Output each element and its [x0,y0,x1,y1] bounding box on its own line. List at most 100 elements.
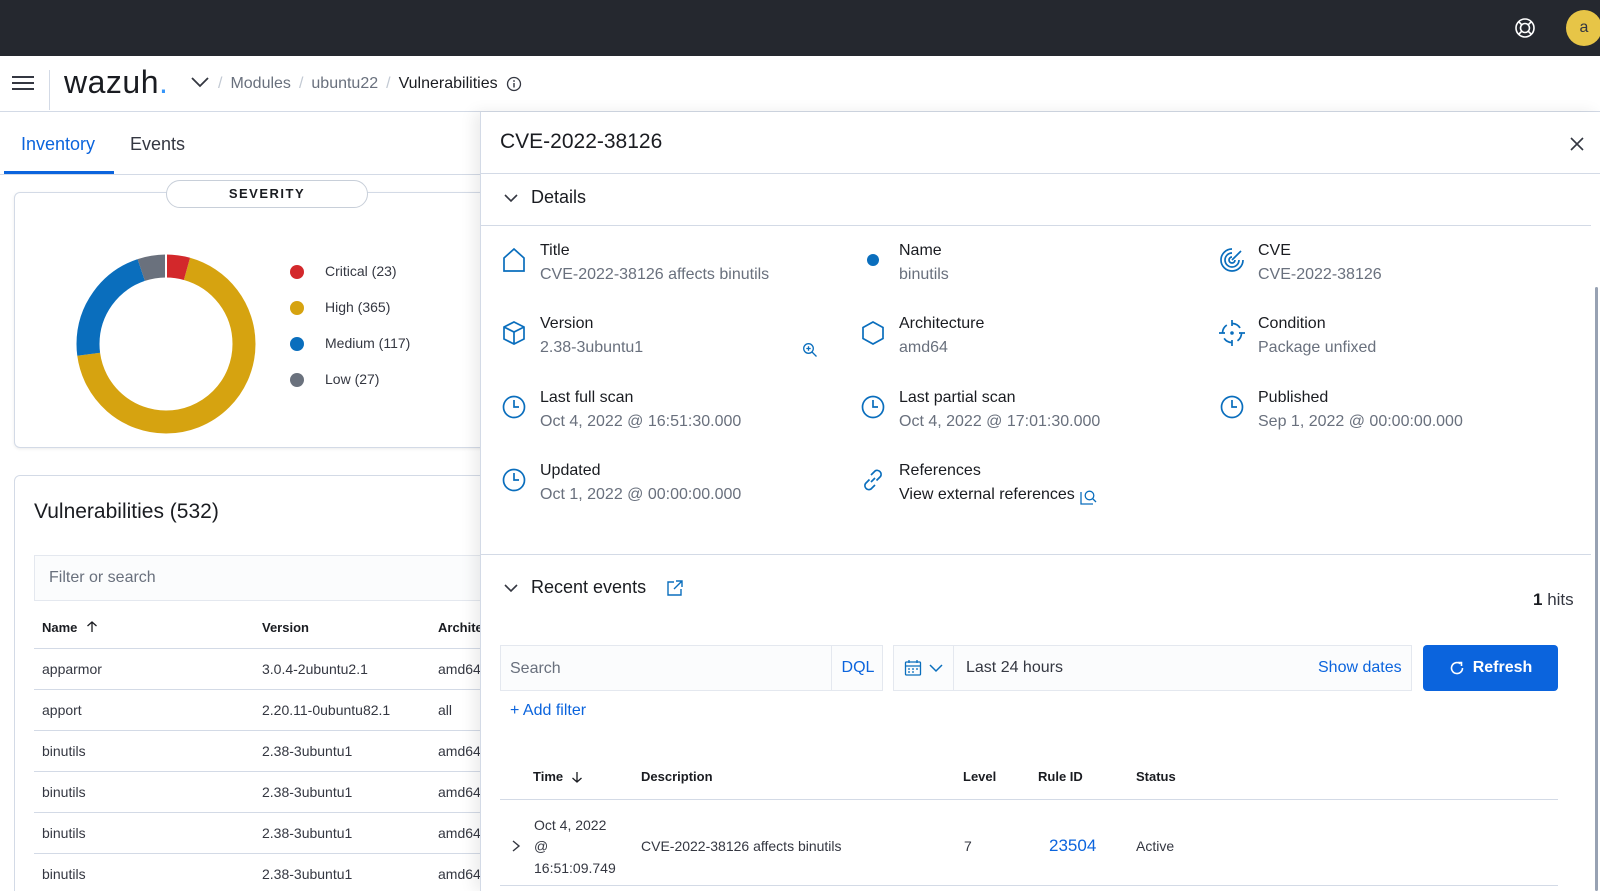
arrow-up-icon [87,621,97,632]
info-icon[interactable] [506,76,522,92]
flyout-scrollbar[interactable] [1595,287,1598,891]
view-external-references-link[interactable]: View external references [899,486,1075,504]
table-row[interactable]: binutils 2.38-3ubuntu1 amd64 [34,730,494,771]
table-row[interactable]: apparmor 3.0.4-2ubuntu2.1 amd64 [34,648,494,689]
event-time-at: @ [534,838,549,854]
avatar[interactable]: a [1566,10,1600,46]
refresh-label: Refresh [1472,659,1533,676]
tab-events[interactable]: Events [130,134,185,155]
details-heading: Details [531,187,587,207]
table-row[interactable]: apport 2.20.11-0ubuntu82.1 all [34,689,494,730]
cell-arch: amd64 [438,866,481,882]
external-link-icon[interactable] [666,579,684,597]
detail-label: Name [899,242,942,259]
clock-icon [1220,395,1244,419]
external-search-icon[interactable] [1080,488,1097,505]
cell-name: binutils [42,866,86,882]
legend-dot [290,373,304,387]
detail-value: Oct 4, 2022 @ 16:51:30.000 [540,413,742,430]
event-rule-id-link[interactable]: 23504 [1049,836,1096,856]
breadcrumb-agent[interactable]: ubuntu22 [311,75,378,93]
help-lifebuoy-icon[interactable] [1513,16,1537,40]
events-search-input[interactable]: Search DQL [500,645,883,691]
breadcrumb-modules[interactable]: Modules [230,75,290,93]
legend-label: High (365) [325,299,391,315]
top-nav-bar: a [0,0,1600,56]
event-time-date: Oct 4, 2022 [534,817,607,833]
crosshair-icon [1219,320,1245,346]
detail-value: Oct 1, 2022 @ 00:00:00.000 [540,486,742,503]
details-section-toggle[interactable]: Details [503,187,586,208]
detail-value: amd64 [899,339,948,356]
clock-icon [502,395,526,419]
column-header-name[interactable]: Name [42,620,98,635]
detail-label: Published [1258,389,1329,406]
cell-version: 2.38-3ubuntu1 [262,784,353,800]
active-tab-indicator [4,171,114,174]
dot-icon [867,254,879,266]
detail-label: Title [540,242,570,259]
detail-value: 2.38-3ubuntu1 [540,339,644,356]
date-picker[interactable]: Last 24 hours Show dates [893,645,1412,691]
refresh-button[interactable]: Refresh [1423,645,1558,691]
cell-version: 2.20.11-0ubuntu82.1 [262,702,391,718]
package-icon [503,321,525,345]
chevron-down-icon[interactable] [190,74,210,90]
dql-toggle-button[interactable]: DQL [831,646,884,690]
chevron-down-icon [929,664,943,673]
home-icon [503,247,525,272]
hamburger-menu-button[interactable] [10,72,36,96]
detail-value: CVE-2022-38126 [1258,266,1382,283]
column-header-version[interactable]: Version [262,620,309,635]
vulnerabilities-title: Vulnerabilities (532) [34,500,219,523]
legend-dot [290,301,304,315]
table-row[interactable]: binutils 2.38-3ubuntu1 amd64 [34,812,494,853]
column-header-architecture[interactable]: Archite [438,620,483,635]
zoom-in-icon[interactable] [802,342,818,358]
hits-count: 1 hits [1533,590,1574,609]
table-row[interactable]: binutils 2.38-3ubuntu1 amd64 [34,771,494,812]
search-placeholder: Search [510,660,561,677]
chevron-down-icon [504,193,518,202]
show-dates-link[interactable]: Show dates [1318,659,1402,677]
breadcrumb-current: Vulnerabilities [398,75,498,92]
table-row[interactable]: binutils 2.38-3ubuntu1 amd64 [34,853,494,891]
legend-label: Critical (23) [325,263,397,279]
flyout-title: CVE-2022-38126 [500,130,663,153]
quick-select-button[interactable] [894,646,954,690]
cell-name: apport [42,702,82,718]
date-range-label: Last 24 hours [966,659,1063,676]
column-header-status[interactable]: Status [1136,769,1176,784]
detail-value: CVE-2022-38126 affects binutils [540,266,770,283]
legend-label: Low (27) [325,371,380,387]
header-divider [49,70,50,110]
cell-version: 2.38-3ubuntu1 [262,825,353,841]
wazuh-logo[interactable]: wazuh. [64,64,168,101]
cell-name: apparmor [42,661,102,677]
detail-value: Sep 1, 2022 @ 00:00:00.000 [1258,413,1463,430]
recent-events-section-toggle[interactable]: Recent events [503,577,684,598]
breadcrumb: / Modules / ubuntu22 / Vulnerabilities [218,75,522,93]
detail-label: Version [540,315,594,332]
tab-inventory[interactable]: Inventory [21,134,95,155]
detail-label: Updated [540,462,601,479]
column-header-time[interactable]: Time [533,769,583,784]
detail-label: Architecture [899,315,985,332]
detail-label: References [899,462,981,479]
detail-value: Package unfixed [1258,339,1377,356]
radar-icon [1220,248,1244,272]
cell-arch: amd64 [438,661,481,677]
cell-arch: amd64 [438,784,481,800]
add-filter-button[interactable]: + Add filter [510,702,586,720]
close-icon[interactable] [1569,136,1585,152]
recent-events-heading: Recent events [531,577,647,597]
column-header-level[interactable]: Level [963,769,996,784]
column-header-rule-id[interactable]: Rule ID [1038,769,1083,784]
logo-dot: . [159,64,169,100]
event-level: 7 [964,838,972,854]
vulnerabilities-filter-input[interactable]: Filter or search [34,555,494,601]
column-header-description[interactable]: Description [641,769,713,784]
detail-label: Last partial scan [899,389,1016,406]
cell-arch: amd64 [438,743,481,759]
chevron-right-icon[interactable] [511,839,521,853]
